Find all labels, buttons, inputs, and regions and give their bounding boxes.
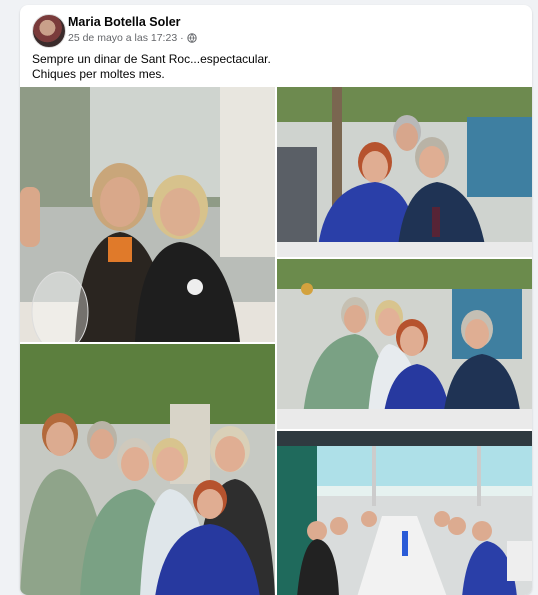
post-card: Maria Botella Soler 25 de mayo a las 17:… bbox=[20, 5, 532, 595]
photo-2[interactable] bbox=[277, 87, 532, 257]
post-text-line-1: Sempre un dinar de Sant Roc...espectacul… bbox=[32, 52, 271, 66]
post-text: Sempre un dinar de Sant Roc...espectacul… bbox=[32, 52, 520, 82]
author-name[interactable]: Maria Botella Soler bbox=[68, 15, 181, 29]
photo-4[interactable] bbox=[20, 344, 275, 595]
post-timestamp[interactable]: 25 de mayo a las 17:23 · bbox=[68, 32, 184, 44]
post-header: Maria Botella Soler 25 de mayo a las 17:… bbox=[32, 14, 520, 48]
photo-grid bbox=[20, 87, 532, 595]
photo-5[interactable] bbox=[277, 431, 532, 595]
post-meta: 25 de mayo a las 17:23 · bbox=[68, 32, 197, 44]
author-avatar[interactable] bbox=[32, 14, 66, 48]
photo-1[interactable] bbox=[20, 87, 275, 342]
post-text-line-2: Chiques per moltes mes. bbox=[32, 67, 165, 81]
globe-icon[interactable] bbox=[186, 33, 197, 43]
photo-3[interactable] bbox=[277, 259, 532, 429]
